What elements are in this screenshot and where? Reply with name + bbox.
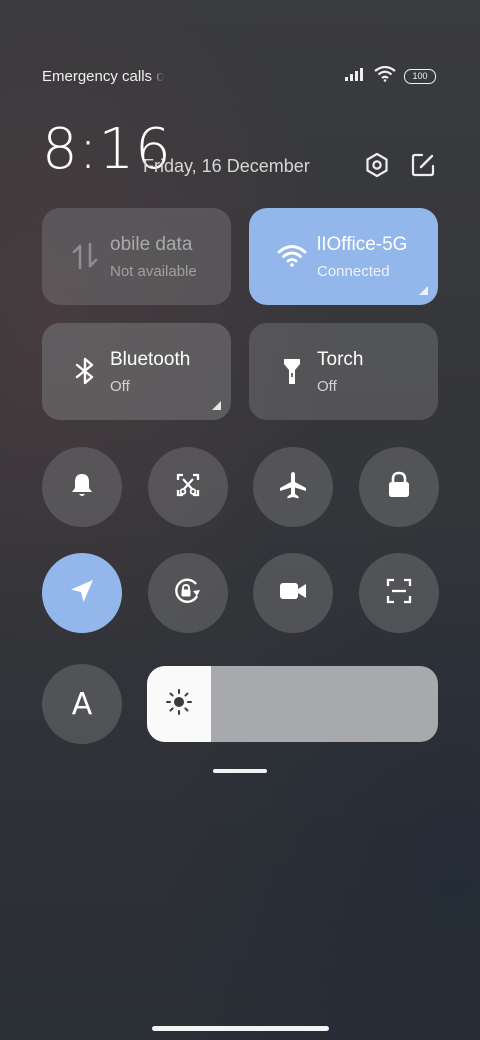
rotation-lock-icon bbox=[172, 576, 204, 611]
wifi-subtitle: Connected bbox=[317, 263, 390, 280]
screen-recorder-toggle[interactable] bbox=[253, 553, 333, 633]
location-icon bbox=[68, 577, 96, 610]
font-a-icon: A bbox=[71, 686, 93, 722]
airplane-icon bbox=[278, 470, 308, 505]
airplane-mode-toggle[interactable] bbox=[253, 447, 333, 527]
screenshot-icon bbox=[174, 471, 202, 504]
wifi-icon bbox=[374, 65, 396, 87]
video-icon bbox=[278, 580, 308, 607]
bluetooth-expand-indicator[interactable] bbox=[212, 401, 221, 410]
settings-icon[interactable] bbox=[362, 150, 392, 180]
wifi-expand-indicator[interactable] bbox=[419, 286, 428, 295]
brightness-icon bbox=[165, 688, 193, 721]
scanner-toggle[interactable] bbox=[359, 553, 439, 633]
home-indicator[interactable] bbox=[152, 1026, 329, 1031]
location-toggle[interactable] bbox=[42, 553, 122, 633]
bluetooth-tile[interactable]: Bluetooth Off bbox=[42, 323, 231, 420]
brightness-fill bbox=[147, 666, 211, 742]
torch-subtitle: Off bbox=[317, 378, 337, 395]
font-size-toggle[interactable]: A bbox=[42, 664, 122, 744]
bluetooth-title: Bluetooth bbox=[110, 349, 191, 370]
status-icons: 100 bbox=[344, 65, 436, 87]
date: Friday, 16 December bbox=[143, 156, 310, 176]
wifi-tile[interactable]: lIOffice-5G Connected bbox=[249, 208, 438, 305]
notification-toggle[interactable] bbox=[42, 447, 122, 527]
mobile-data-title: obile data bbox=[110, 234, 193, 255]
torch-title: Torch bbox=[317, 349, 364, 370]
battery-icon: 100 bbox=[404, 69, 436, 84]
mobile-data-icon bbox=[70, 241, 100, 271]
scan-icon bbox=[385, 577, 413, 610]
bluetooth-icon bbox=[70, 356, 100, 386]
rotation-lock-toggle[interactable] bbox=[148, 553, 228, 633]
lock-screen-toggle[interactable] bbox=[359, 447, 439, 527]
panel-drag-handle[interactable] bbox=[213, 769, 267, 773]
edit-icon[interactable] bbox=[408, 150, 438, 180]
mobile-data-subtitle: Not available bbox=[110, 263, 197, 280]
wifi-title: lIOffice-5G bbox=[317, 234, 408, 255]
torch-icon bbox=[277, 356, 307, 386]
lock-icon bbox=[386, 471, 412, 504]
bluetooth-subtitle: Off bbox=[110, 378, 130, 395]
signal-icon bbox=[344, 67, 366, 86]
status-carrier-text: Emergency calls o bbox=[42, 68, 164, 85]
brightness-slider[interactable] bbox=[147, 666, 438, 742]
torch-tile[interactable]: Torch Off bbox=[249, 323, 438, 420]
bell-icon bbox=[68, 471, 96, 504]
mobile-data-tile[interactable]: obile data Not available bbox=[42, 208, 231, 305]
screenshot-toggle[interactable] bbox=[148, 447, 228, 527]
wifi-icon bbox=[277, 241, 307, 271]
